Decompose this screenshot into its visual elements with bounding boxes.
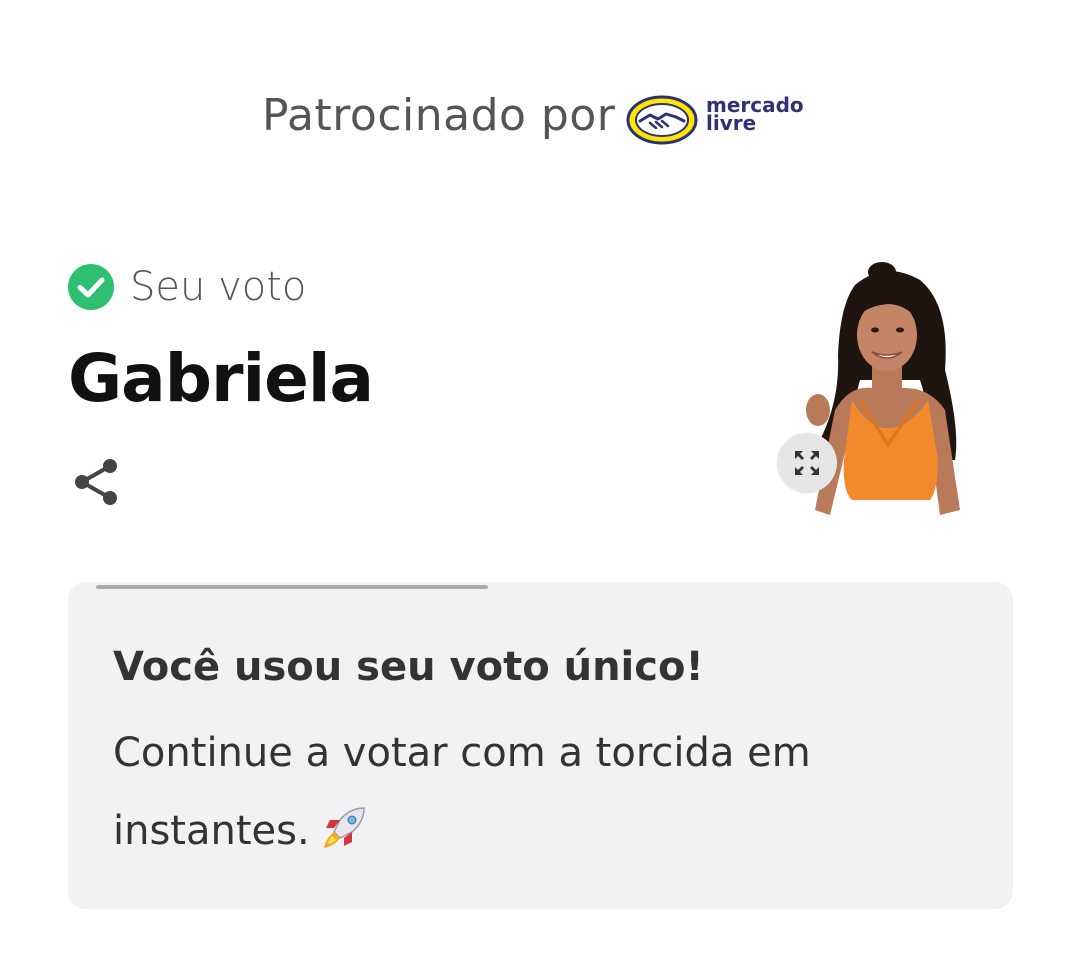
expand-photo-button[interactable] xyxy=(777,433,837,493)
share-button[interactable] xyxy=(70,455,124,509)
check-circle-icon xyxy=(68,264,114,310)
mercado-livre-logo: mercado livre xyxy=(626,92,826,152)
logo-word-livre: livre xyxy=(706,111,757,135)
share-icon xyxy=(75,459,117,505)
vote-status-label: Seu voto xyxy=(130,264,307,310)
notice-card: Você usou seu voto único! Continue a vot… xyxy=(68,582,1013,909)
sponsor-label: Patrocinado por xyxy=(262,90,616,141)
notice-title: Você usou seu voto único! xyxy=(113,644,704,690)
notice-body-text: Continue a votar com a torcida em instan… xyxy=(113,730,811,854)
vote-status: Seu voto xyxy=(68,262,306,312)
vote-confirmation-page: Patrocinado por mercado livre Seu voto G… xyxy=(0,0,1080,957)
handshake-icon xyxy=(626,95,698,145)
candidate-name: Gabriela xyxy=(68,340,374,417)
notice-progress-bar xyxy=(96,585,488,589)
notice-body: Continue a votar com a torcida em instan… xyxy=(113,714,913,870)
sponsor-banner: Patrocinado por mercado livre xyxy=(0,60,1080,180)
rocket-icon xyxy=(323,807,365,848)
expand-icon xyxy=(795,451,819,475)
